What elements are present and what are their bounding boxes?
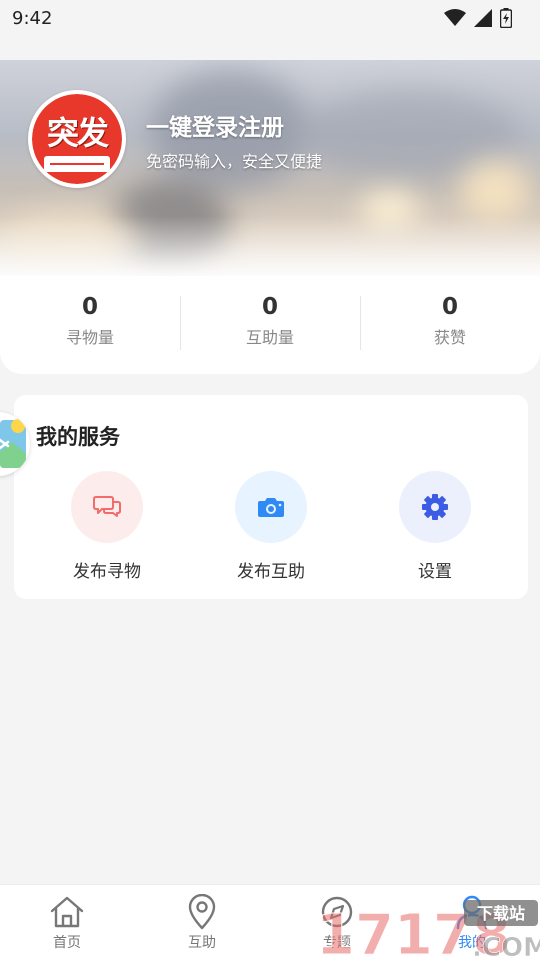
camera-icon xyxy=(258,498,284,517)
service-label: 发布寻物 xyxy=(73,562,141,582)
bottom-tab-bar: 首页 互助 专题 我的 xyxy=(0,884,540,960)
publish-lost-item-button[interactable]: 发布寻物 xyxy=(52,471,162,582)
service-label: 设置 xyxy=(418,562,452,582)
stat-label: 互助量 xyxy=(245,328,294,347)
stat-search-count[interactable]: 0 寻物量 xyxy=(0,292,180,352)
profile-card: 突发 一键登录注册 免密码输入，安全又便捷 0 寻物量 0 互助量 0 获赞 xyxy=(0,60,540,374)
user-icon xyxy=(456,895,488,930)
stat-label: 获赞 xyxy=(433,328,466,347)
settings-button[interactable]: 设置 xyxy=(380,471,490,582)
tab-label: 首页 xyxy=(53,935,81,951)
battery-icon xyxy=(500,8,512,28)
tab-topics[interactable]: 专题 xyxy=(302,893,372,952)
status-icons xyxy=(444,8,512,28)
stat-help-count[interactable]: 0 互助量 xyxy=(180,292,360,352)
tab-label: 专题 xyxy=(323,935,351,951)
avatar[interactable]: 突发 xyxy=(28,90,126,188)
status-time: 9:42 xyxy=(12,7,53,29)
services-title: 我的服务 xyxy=(36,425,120,449)
location-pin-icon xyxy=(188,894,216,930)
service-icon-circle xyxy=(71,471,143,543)
stat-value: 0 xyxy=(81,294,98,320)
chat-bubbles-icon xyxy=(93,496,121,517)
service-icon-circle xyxy=(235,471,307,543)
my-services-card: 我的服务 发布寻物 发布互助 设置 xyxy=(14,395,528,599)
status-bar: 9:42 xyxy=(0,0,540,36)
avatar-logo-text: 突发 xyxy=(46,114,109,152)
service-icon-circle xyxy=(399,471,471,543)
service-label: 发布互助 xyxy=(237,562,305,582)
publish-help-button[interactable]: 发布互助 xyxy=(216,471,326,582)
home-icon xyxy=(50,896,84,928)
wifi-icon xyxy=(444,9,466,26)
cell-signal-icon xyxy=(474,9,492,27)
login-subtitle: 免密码输入，安全又便捷 xyxy=(146,152,323,171)
tab-label: 我的 xyxy=(458,935,486,951)
tab-help[interactable]: 互助 xyxy=(167,893,237,952)
topic-icon xyxy=(321,896,353,928)
stat-label: 寻物量 xyxy=(65,328,114,347)
login-register-link[interactable]: 一键登录注册 xyxy=(146,108,284,142)
tab-label: 互助 xyxy=(188,935,216,951)
stats-row: 0 寻物量 0 互助量 0 获赞 xyxy=(0,292,540,352)
tab-home[interactable]: 首页 xyxy=(32,893,102,952)
stat-value: 0 xyxy=(441,294,458,320)
stat-value: 0 xyxy=(261,294,278,320)
tab-mine[interactable]: 我的 xyxy=(437,893,507,952)
stat-likes-count[interactable]: 0 获赞 xyxy=(360,292,540,352)
gear-icon xyxy=(422,494,448,520)
